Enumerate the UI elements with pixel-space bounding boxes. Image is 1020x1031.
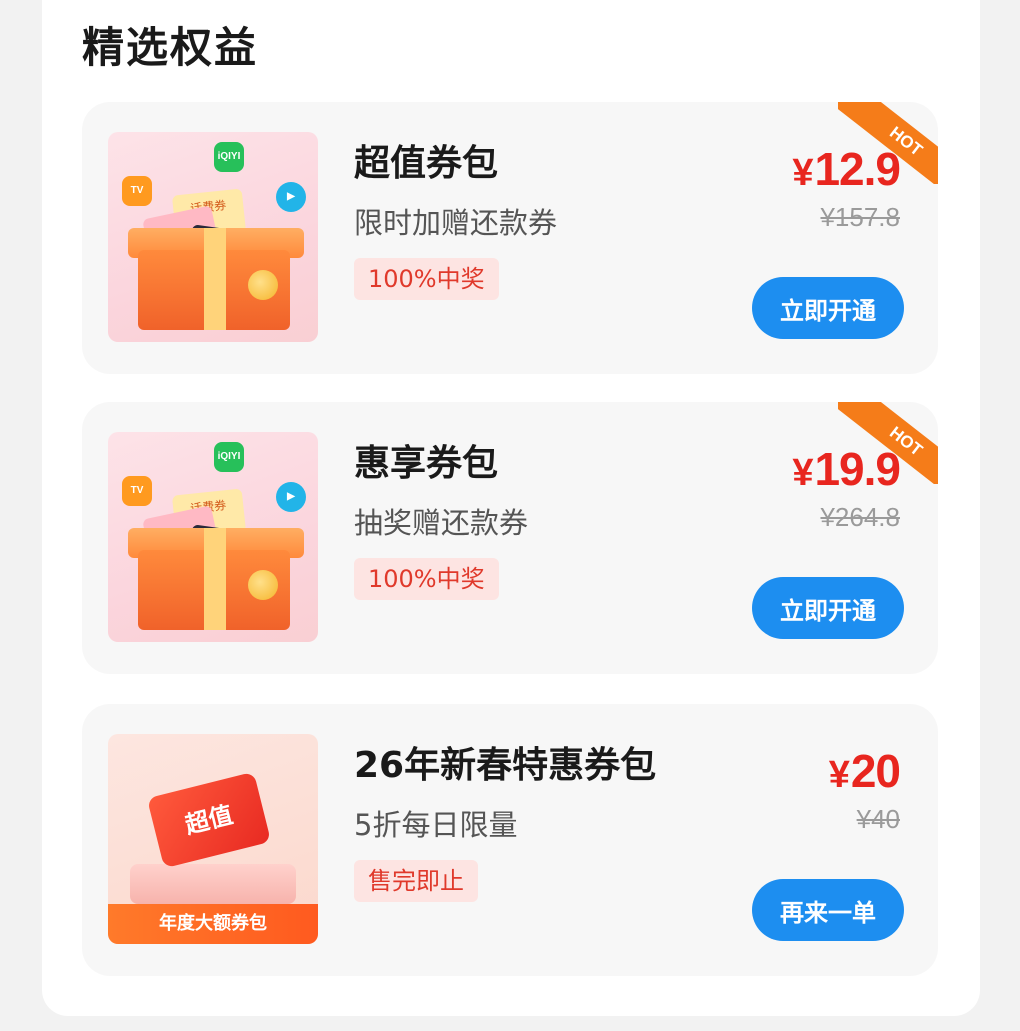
hot-badge-label: HOT xyxy=(886,122,927,160)
section-title: 精选权益 xyxy=(82,23,259,72)
gift-box-image: iQIYI TV ▶ 话费券 xyxy=(108,432,318,642)
mango-tv-icon: TV xyxy=(122,176,152,206)
promo-pedestal xyxy=(130,864,296,904)
currency-symbol: ¥ xyxy=(792,452,813,494)
win-rate-tag: 100%中奖 xyxy=(354,558,499,600)
price: ¥20 xyxy=(828,744,901,798)
activate-button[interactable]: 立即开通 xyxy=(752,277,904,339)
benefit-card-1[interactable]: iQIYI TV ▶ 话费券 超值券包 限时加赠还款券 100%中奖 ¥12.9… xyxy=(82,102,938,374)
original-price: ¥40 xyxy=(856,804,900,834)
hot-badge: HOT xyxy=(838,402,938,484)
promo-label: 年度大额券包 xyxy=(108,904,318,944)
currency-symbol: ¥ xyxy=(828,754,850,796)
coin-icon xyxy=(248,270,278,300)
tencent-video-icon: ▶ xyxy=(276,482,306,512)
iqiyi-app-icon: iQIYI xyxy=(214,442,244,472)
card-title: 惠享券包 xyxy=(354,443,499,484)
promo-image: 超值 年度大额券包 xyxy=(108,734,318,944)
hot-badge: HOT xyxy=(838,102,938,184)
activate-button[interactable]: 立即开通 xyxy=(752,577,904,639)
benefit-card-2[interactable]: iQIYI TV ▶ 话费券 惠享券包 抽奖赠还款券 100%中奖 ¥19.9 … xyxy=(82,402,938,674)
original-price: ¥157.8 xyxy=(820,202,900,232)
card-title: 26年新春特惠券包 xyxy=(354,745,657,786)
gift-ribbon xyxy=(204,528,226,630)
card-subtitle: 5折每日限量 xyxy=(354,808,518,842)
mango-tv-icon: TV xyxy=(122,476,152,506)
card-subtitle: 限时加赠还款券 xyxy=(354,206,558,240)
gift-ribbon xyxy=(204,228,226,330)
original-price: ¥264.8 xyxy=(820,502,900,532)
win-rate-tag: 100%中奖 xyxy=(354,258,499,300)
iqiyi-app-icon: iQIYI xyxy=(214,142,244,172)
tencent-video-icon: ▶ xyxy=(276,182,306,212)
gift-box-image: iQIYI TV ▶ 话费券 xyxy=(108,132,318,342)
card-subtitle: 抽奖赠还款券 xyxy=(354,506,529,540)
promo-card: 超值 xyxy=(146,771,272,869)
price-value: 20 xyxy=(850,745,901,797)
reorder-button[interactable]: 再来一单 xyxy=(752,879,904,941)
currency-symbol: ¥ xyxy=(792,152,813,194)
sold-out-tag: 售完即止 xyxy=(354,860,478,902)
hot-badge-label: HOT xyxy=(886,422,927,460)
card-title: 超值券包 xyxy=(354,143,499,184)
coin-icon xyxy=(248,570,278,600)
benefit-card-3[interactable]: 超值 年度大额券包 26年新春特惠券包 5折每日限量 售完即止 ¥20 ¥40 … xyxy=(82,704,938,976)
